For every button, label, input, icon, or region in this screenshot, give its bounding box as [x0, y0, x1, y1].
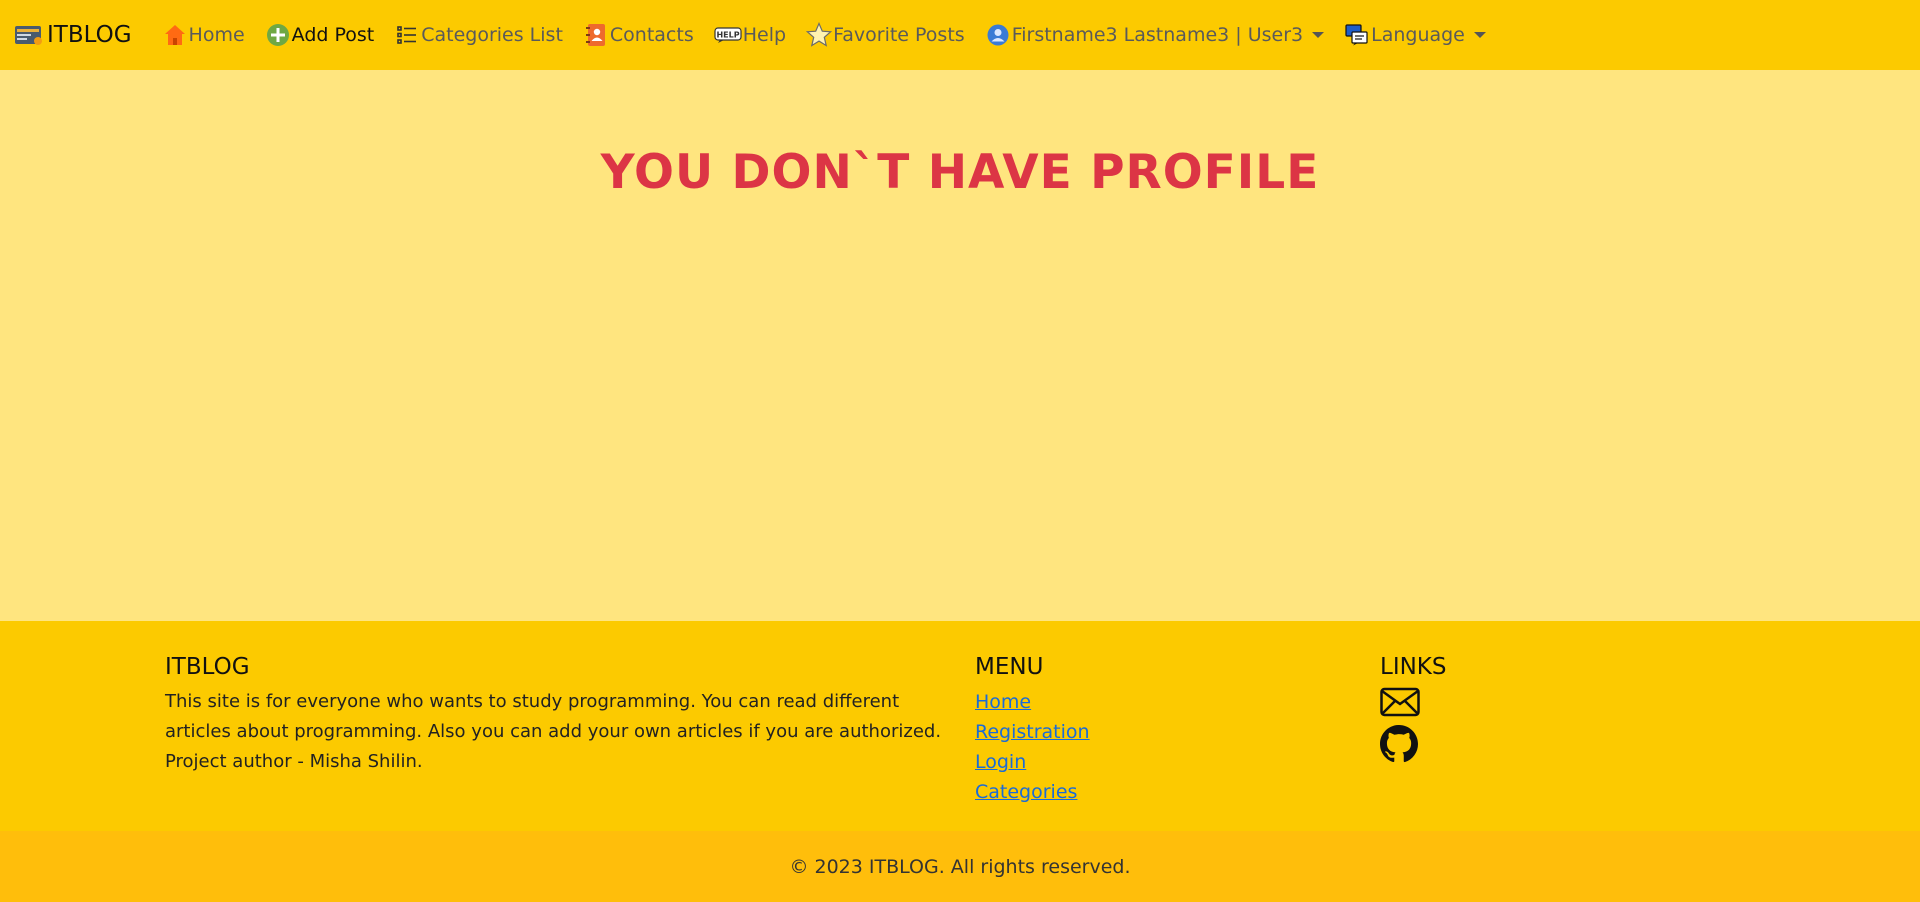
top-navbar: ITBLOG Home Add Post Categories List Con…	[0, 0, 1920, 70]
copyright-bar: © 2023 ITBLOG. All rights reserved.	[0, 831, 1920, 902]
help-icon: HELP	[714, 22, 742, 48]
nav-contacts-label: Contacts	[609, 24, 694, 46]
nav-categories-list[interactable]: Categories List	[394, 22, 563, 48]
footer-link-registration[interactable]: Registration	[975, 717, 1090, 747]
user-icon	[985, 22, 1011, 48]
brand-logo-icon	[15, 26, 42, 45]
footer-menu-section: MENU Home Registration Login Categories	[975, 652, 1090, 807]
star-icon	[806, 22, 833, 48]
nav-help[interactable]: HELP Help	[714, 22, 786, 48]
nav-contacts[interactable]: Contacts	[583, 22, 694, 48]
list-icon	[394, 22, 420, 48]
footer-links-title: LINKS	[1380, 654, 1447, 680]
nav-home-label: Home	[188, 24, 245, 46]
page-heading: YOU DON`T HAVE PROFILE	[600, 145, 1320, 200]
main-content: YOU DON`T HAVE PROFILE	[0, 70, 1920, 621]
nav-user-label: Firstname3 Lastname3 | User3	[1011, 24, 1304, 46]
nav-user-dropdown[interactable]: Firstname3 Lastname3 | User3	[985, 22, 1325, 48]
svg-text:HELP: HELP	[716, 31, 739, 40]
nav-add-post-label: Add Post	[291, 24, 375, 46]
nav-categories-list-label: Categories List	[421, 24, 563, 46]
brand-name: ITBLOG	[47, 22, 132, 48]
chevron-down-icon	[1473, 32, 1486, 38]
envelope-icon[interactable]	[1380, 687, 1446, 721]
footer-link-categories[interactable]: Categories	[975, 777, 1090, 807]
github-icon[interactable]	[1380, 725, 1446, 767]
nav-language-label: Language	[1371, 24, 1465, 46]
nav-add-post[interactable]: Add Post	[265, 22, 375, 48]
chevron-down-icon	[1312, 32, 1325, 38]
copyright-text: © 2023 ITBLOG. All rights reserved.	[789, 855, 1131, 878]
footer-about-title: ITBLOG	[165, 654, 250, 680]
nav-home[interactable]: Home	[162, 22, 245, 48]
footer-about-section: ITBLOG This site is for everyone who wan…	[165, 652, 955, 777]
footer-menu-title: MENU	[975, 654, 1044, 680]
house-icon	[162, 22, 188, 48]
nav-favorite-posts[interactable]: Favorite Posts	[806, 22, 965, 48]
footer: ITBLOG This site is for everyone who wan…	[0, 621, 1920, 831]
footer-link-login[interactable]: Login	[975, 747, 1090, 777]
brand-link[interactable]: ITBLOG	[14, 22, 132, 48]
language-icon	[1344, 22, 1370, 48]
nav-help-label: Help	[742, 24, 787, 46]
footer-about-text: This site is for everyone who wants to s…	[165, 691, 942, 772]
plus-circle-icon	[265, 22, 291, 48]
nav-language-dropdown[interactable]: Language	[1344, 22, 1486, 48]
contacts-book-icon	[583, 22, 609, 48]
footer-links-section: LINKS	[1380, 652, 1446, 771]
nav-favorite-posts-label: Favorite Posts	[833, 24, 965, 46]
footer-link-home[interactable]: Home	[975, 687, 1090, 717]
